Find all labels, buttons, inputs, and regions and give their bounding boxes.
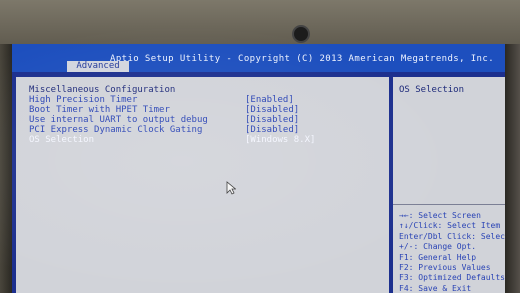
key-general-help: F1: General Help: [399, 252, 477, 262]
tab-advanced[interactable]: Advanced: [67, 61, 129, 72]
laptop-bezel-right: [505, 44, 520, 293]
option-value[interactable]: [Disabled]: [245, 115, 299, 125]
window-title: Aptio Setup Utility - Copyright (C) 2013…: [110, 54, 495, 64]
key-select-screen: →←: Select Screen: [399, 211, 481, 220]
help-divider: [393, 204, 505, 205]
option-value[interactable]: [Disabled]: [245, 125, 299, 135]
option-os-selection[interactable]: OS Selection [Windows 8.X]: [29, 135, 319, 145]
help-pane: OS Selection →←: Select Screen ↑↓/Click:…: [393, 77, 505, 293]
option-label: OS Selection: [29, 135, 95, 145]
key-optimized-defaults: F3: Optimized Defaults: [399, 273, 505, 283]
option-high-precision-timer[interactable]: High Precision Timer [Enabled]: [29, 95, 319, 105]
bios-screen: Aptio Setup Utility - Copyright (C) 2013…: [12, 44, 505, 293]
webcam-icon: [292, 25, 310, 43]
option-label: Boot Timer with HPET Timer: [29, 105, 170, 115]
option-value[interactable]: [Enabled]: [245, 95, 294, 105]
key-enter-select: Enter/Dbl Click: Select: [399, 231, 505, 241]
option-internal-uart-debug[interactable]: Use internal UART to output debug [Disab…: [29, 115, 319, 125]
key-legend: →←: Select Screen ↑↓/Click: Select Item …: [399, 211, 505, 293]
laptop-bezel-left: [0, 44, 12, 293]
key-save-exit: F4: Save & Exit: [399, 283, 472, 293]
option-value[interactable]: [Windows 8.X]: [245, 135, 315, 145]
key-previous-values: F2: Previous Values: [399, 263, 491, 273]
option-boot-timer-hpet[interactable]: Boot Timer with HPET Timer [Disabled]: [29, 105, 319, 115]
option-value[interactable]: [Disabled]: [245, 105, 299, 115]
option-pci-express-clock-gating[interactable]: PCI Express Dynamic Clock Gating [Disabl…: [29, 125, 319, 135]
option-label: High Precision Timer: [29, 95, 138, 105]
help-title: OS Selection: [399, 85, 465, 95]
key-select-item: ↑↓/Click: Select Item: [399, 221, 501, 231]
section-title: Miscellaneous Configuration: [29, 85, 176, 95]
options-pane: Miscellaneous Configuration High Precisi…: [16, 77, 389, 293]
key-change-opt: +/-: Change Opt.: [399, 242, 477, 252]
option-label: PCI Express Dynamic Clock Gating: [29, 125, 203, 135]
title-bar: Aptio Setup Utility - Copyright (C) 2013…: [12, 44, 505, 72]
option-label: Use internal UART to output debug: [29, 115, 208, 125]
laptop-bezel-top: [0, 0, 520, 50]
mouse-pointer-icon: [226, 181, 236, 195]
